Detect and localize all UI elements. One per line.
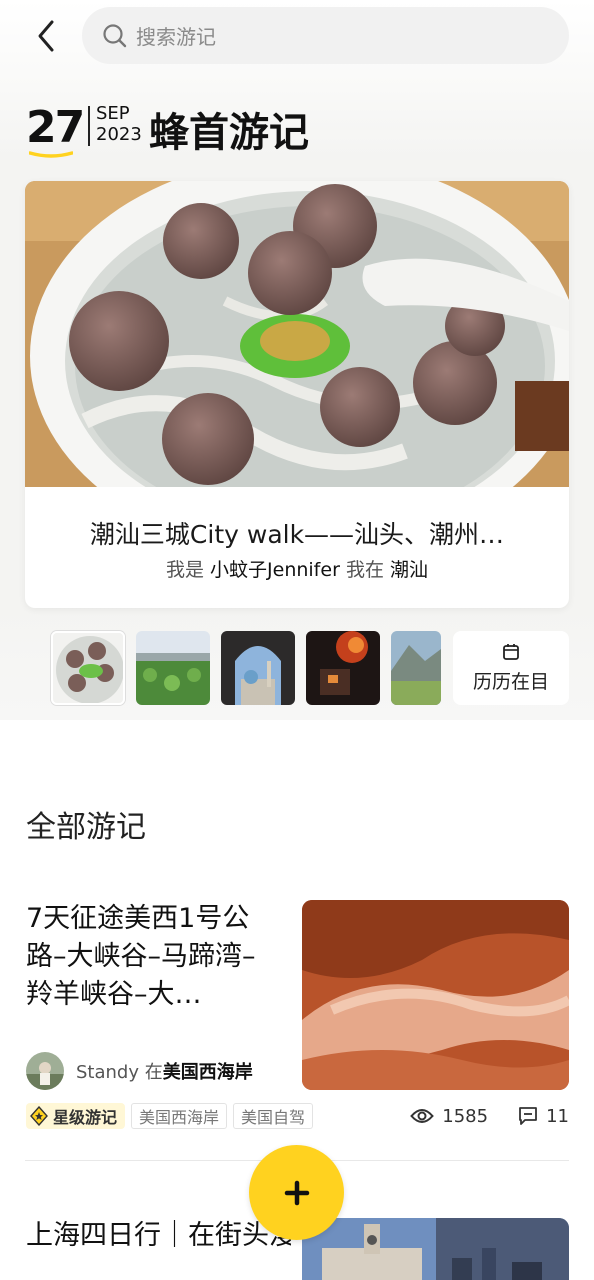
featured-title: 潮汕三城City walk——汕头、潮州… [89,520,505,549]
note-cover-image [302,900,569,1090]
author-location: 美国西海岸 [162,1062,253,1083]
plus-icon [284,1180,309,1205]
calendar-icon [503,643,519,660]
location-prefix: 在 [144,1062,163,1083]
star-note-badge: 星级游记 [26,1103,126,1129]
avatar[interactable] [26,1052,64,1090]
featured-note-card[interactable]: 潮汕三城City walk——汕头、潮州… 我是 小蚊子Jennifer 我在 … [25,181,569,608]
date-title-row: 27 SEP 2023 蜂首游记 [26,100,566,160]
avatar-image [26,1052,64,1090]
view-count: 1585 [410,1106,488,1127]
antelope-canyon-image [302,900,569,1090]
date-year: 2023 [96,124,142,145]
thumbnail-5[interactable] [391,631,441,705]
author-text: Standy 在美国西海岸 [76,1058,253,1084]
search-placeholder: 搜索游记 [136,25,216,49]
featured-location[interactable]: 潮汕 [390,559,428,581]
note-tags: 星级游记 美国西海岸 美国自驾 [26,1102,314,1130]
chevron-left-icon [38,20,54,52]
date-month: SEP [96,103,130,124]
note-title: 上海四日行｜在街头漫步，在博物馆看展 [26,1220,291,1251]
star-badge-label: 星级游记 [53,1108,118,1127]
eye-icon [410,1109,435,1123]
thumbnail-mountain-image [391,631,441,705]
comment-count-value: 11 [546,1105,569,1127]
featured-meta: 我是 小蚊子Jennifer 我在 潮汕 [25,555,569,582]
note-title: 7天征途美西1号公路–大峡谷–马蹄湾–羚羊峡谷–大… [26,903,256,1010]
add-note-button[interactable] [249,1145,344,1240]
thumbnail-4[interactable] [306,631,380,705]
note-stats: 1585 11 [410,1102,569,1130]
featured-author[interactable]: 小蚊子Jennifer [210,559,340,581]
location-prefix: 我在 [345,559,384,581]
comment-count[interactable]: 11 [518,1106,569,1127]
note-author[interactable]: Standy 在美国西海岸 [26,1052,253,1090]
search-icon [103,23,127,47]
tag-item[interactable]: 美国自驾 [233,1103,314,1129]
page-title: 蜂首游记 [149,110,309,156]
featured-image-beef-ball-soup [25,181,569,487]
note-cover-image [302,1218,569,1280]
note-list-item[interactable]: 7天征途美西1号公路–大峡谷–马蹄湾–羚羊峡谷–大… Standy 在美国西海岸 [0,880,594,1161]
history-button[interactable]: 历历在目 [453,631,569,705]
author-prefix: 我是 [165,559,204,581]
section-title: 全部游记 [26,810,146,845]
view-count-value: 1585 [442,1105,489,1127]
thumbnail-soup-image [53,633,123,703]
thumbnail-fire-night-image [306,631,380,705]
header: 搜索游记 [0,0,594,72]
thumbnail-3[interactable] [221,631,295,705]
author-name: Standy [76,1062,139,1083]
thumbnail-2[interactable] [136,631,210,705]
search-input[interactable]: 搜索游记 [82,7,569,64]
thumbnail-1-active[interactable] [51,631,125,705]
day-underline-decoration [29,151,73,158]
thumbnail-lotus-lake-image [136,631,210,705]
history-button-label: 历历在目 [472,670,549,693]
comment-icon [519,1107,537,1125]
date-divider [88,106,90,146]
tag-item[interactable]: 美国西海岸 [131,1103,228,1129]
back-button[interactable] [26,16,66,56]
shanghai-building-image [302,1218,569,1280]
date-day: 27 [26,102,85,153]
featured-thumbnails: 历历在目 [51,631,571,705]
thumbnail-arch-building-image [221,631,295,705]
star-badge-icon [30,1106,48,1126]
